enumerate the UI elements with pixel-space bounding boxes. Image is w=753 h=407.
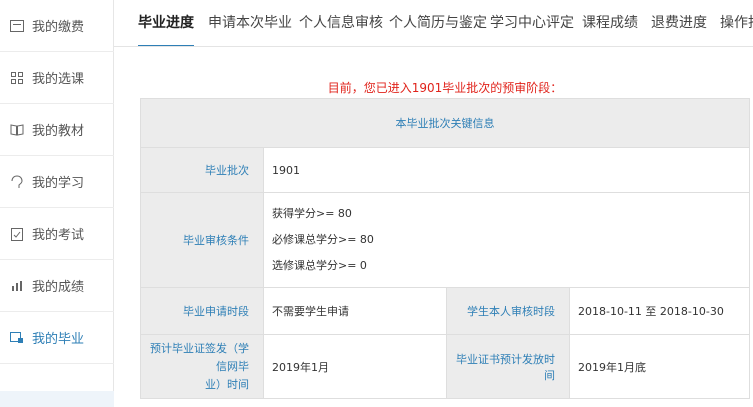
apply-period-value: 不需要学生申请 <box>263 287 447 335</box>
sidebar: 我的缴费 我的选课 我的教材 我的学习 我的考试 我的成绩 我的毕业 <box>0 0 114 407</box>
apply-period-label: 毕业申请时段 <box>140 287 264 335</box>
sidebar-item-graduation[interactable]: 我的毕业 <box>0 312 114 364</box>
sidebar-item-label: 我的缴费 <box>32 20 85 35</box>
tab-graduation-progress[interactable]: 毕业进度 <box>138 0 194 46</box>
batch-label: 毕业批次 <box>140 147 264 193</box>
conditions-value: 获得学分>= 80 必修课总学分>= 80 选修课总学分>= 0 <box>263 192 750 288</box>
sidebar-item-learning[interactable]: 我的学习 <box>0 156 114 208</box>
chart-icon <box>10 279 24 293</box>
sidebar-item-grades[interactable]: 我的成绩 <box>0 260 114 312</box>
learning-icon <box>10 175 24 189</box>
sidebar-item-label: 我的考试 <box>32 228 85 243</box>
tab-apply-graduation[interactable]: 申请本次毕业 <box>208 0 292 46</box>
graduation-icon <box>10 331 24 345</box>
sidebar-item-exams[interactable]: 我的考试 <box>0 208 114 260</box>
cert-issue-label-line2: 业）时间 <box>205 377 249 391</box>
table-caption: 本毕业批次关键信息 <box>140 98 750 148</box>
sidebar-selection-strip <box>0 391 114 407</box>
condition-required-credits: 必修课总学分>= 80 <box>272 233 374 246</box>
sidebar-item-textbooks[interactable]: 我的教材 <box>0 104 114 156</box>
tab-resume-appraisal[interactable]: 个人简历与鉴定 <box>389 0 487 46</box>
sidebar-item-label: 我的选课 <box>32 72 85 87</box>
exam-icon <box>10 227 24 241</box>
sidebar-item-label: 我的学习 <box>32 176 85 191</box>
tab-bar: 毕业进度 申请本次毕业 个人信息审核 个人简历与鉴定 学习中心评定 课程成绩 退… <box>114 0 753 47</box>
batch-value: 1901 <box>263 147 750 193</box>
sidebar-item-payment[interactable]: 我的缴费 <box>0 0 114 52</box>
conditions-label: 毕业审核条件 <box>140 192 264 288</box>
cert-dist-value: 2019年1月底 <box>569 334 750 399</box>
sidebar-item-courses[interactable]: 我的选课 <box>0 52 114 104</box>
cert-dist-label: 毕业证书预计发放时间 <box>446 334 570 399</box>
cert-issue-label-line1: 预计毕业证签发（学信网毕 <box>150 341 249 373</box>
sidebar-item-label: 我的成绩 <box>32 280 85 295</box>
graduation-info-table: 本毕业批次关键信息 毕业批次 1901 毕业审核条件 获得学分>= 80 必修课… <box>140 98 750 399</box>
cert-issue-label: 预计毕业证签发（学信网毕 业）时间 <box>140 334 264 399</box>
condition-elective-credits: 选修课总学分>= 0 <box>272 259 367 272</box>
review-period-value: 2018-10-11 至 2018-10-30 <box>569 287 750 335</box>
condition-total-credits: 获得学分>= 80 <box>272 207 352 220</box>
tab-operation-guide[interactable]: 操作指 <box>720 0 753 46</box>
cert-issue-value: 2019年1月 <box>263 334 447 399</box>
stage-notice: 目前，您已进入1901毕业批次的预审阶段： <box>327 81 563 95</box>
book-icon <box>10 123 24 137</box>
tab-center-evaluation[interactable]: 学习中心评定 <box>490 0 574 46</box>
tab-course-grades[interactable]: 课程成绩 <box>582 0 638 46</box>
tab-personal-info-review[interactable]: 个人信息审核 <box>299 0 383 46</box>
sidebar-item-label: 我的毕业 <box>32 332 85 347</box>
review-period-label: 学生本人审核时段 <box>446 287 570 335</box>
tab-refund-progress[interactable]: 退费进度 <box>651 0 707 46</box>
payment-icon <box>10 19 24 33</box>
grid-icon <box>10 71 24 85</box>
sidebar-item-label: 我的教材 <box>32 124 85 139</box>
